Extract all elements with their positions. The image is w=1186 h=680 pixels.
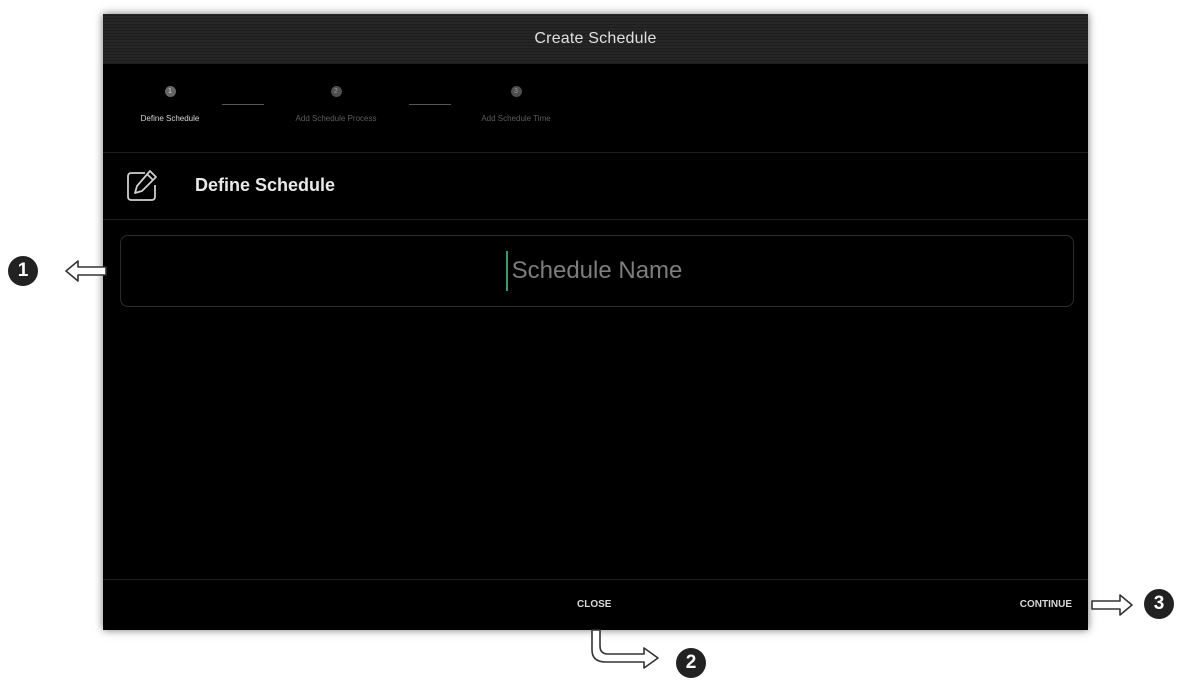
step-define-schedule[interactable]: 1 Define Schedule [105,86,235,123]
step-number: 3 [510,86,522,97]
dialog-titlebar: Create Schedule [103,14,1088,64]
step-label: Define Schedule [140,114,200,123]
schedule-name-field[interactable] [120,235,1074,307]
callout-badge-1: 1 [8,256,38,286]
callout-arrow-left-icon [65,260,107,282]
step-connector [409,104,451,105]
schedule-name-input[interactable] [121,236,1073,306]
wizard-stepper: 1 Define Schedule 2 Add Schedule Process… [103,64,1088,153]
step-add-schedule-process[interactable]: 2 Add Schedule Process [271,86,401,123]
create-schedule-dialog: Create Schedule 1 Define Schedule 2 Add … [103,14,1088,630]
step-number: 1 [164,86,176,97]
dialog-footer: CLOSE CONTINUE [103,579,1088,630]
step-label: Add Schedule Process [295,114,377,123]
section-title: Define Schedule [195,175,336,195]
text-caret [506,251,508,291]
continue-button[interactable]: CONTINUE [1016,597,1076,612]
step-connector [222,104,264,105]
dialog-title: Create Schedule [534,30,657,47]
callout-arrow-curved-icon [591,629,659,669]
edit-icon [127,170,157,201]
step-add-schedule-time[interactable]: 3 Add Schedule Time [451,86,581,123]
close-button[interactable]: CLOSE [573,597,615,612]
callout-badge-3: 3 [1144,589,1174,619]
step-number: 2 [330,86,342,97]
step-label: Add Schedule Time [481,114,551,123]
section-header: Define Schedule [103,153,1088,220]
callout-badge-2: 2 [676,648,706,678]
callout-arrow-right-icon [1091,594,1133,616]
